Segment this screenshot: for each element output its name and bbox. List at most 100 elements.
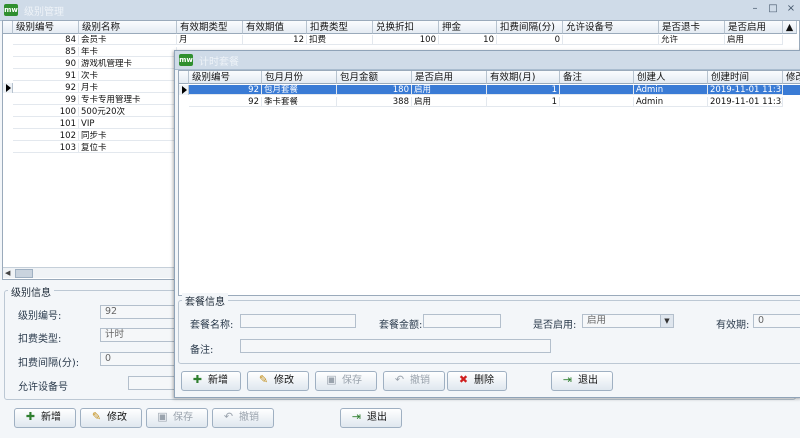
package-title-bar[interactable]: mw 计时套餐 [175, 51, 800, 70]
cell-level-name: 月卡 [79, 83, 177, 93]
main-title-bar[interactable]: mw 级别管理 – □ × [0, 0, 800, 21]
col-header-discount[interactable]: 兑换折扣 [373, 21, 439, 34]
package-amount-label: 套餐金额: [379, 320, 423, 331]
cell-level-id: 102 [13, 131, 79, 141]
package-enabled-select[interactable]: 启用 ▼ [582, 314, 674, 328]
cell-device [563, 35, 659, 45]
app-icon: mw [4, 4, 18, 16]
package-name-label: 套餐名称: [190, 320, 234, 331]
package-edit-button[interactable]: ✎ 修改 [247, 371, 309, 391]
package-remark-label: 备注: [190, 345, 214, 356]
col-header-pkg-level-id[interactable]: 级别编号 [189, 71, 262, 84]
minimize-icon[interactable]: – [748, 2, 762, 16]
cell-pkg-month: 季卡套餐 [262, 97, 337, 107]
cell-level-name: VIP [79, 119, 177, 129]
cell-level-name: 次卡 [79, 71, 177, 81]
cell-valid-value: 12 [243, 35, 307, 45]
col-header-level-name[interactable]: 级别名称 [79, 21, 177, 34]
package-add-button[interactable]: ✚ 新增 [181, 371, 241, 391]
package-delete-button[interactable]: ✖ 删除 [447, 371, 507, 391]
maximize-icon[interactable]: □ [766, 2, 780, 16]
edit-button-label: 修改 [107, 412, 127, 423]
scrollbar-thumb[interactable] [15, 269, 33, 278]
col-header-pkg-enabled[interactable]: 是否启用 [412, 71, 487, 84]
package-valid-label: 有效期: [716, 320, 750, 331]
package-cancel-label: 撤销 [410, 375, 430, 386]
col-header-valid-value[interactable]: 有效期值 [243, 21, 307, 34]
cell-pkg-enabled: 启用 [412, 85, 487, 95]
exit-button-label: 退出 [367, 412, 387, 423]
horizontal-scrollbar[interactable]: ◀ [3, 267, 177, 278]
cancel-button[interactable]: ↶ 撤销 [212, 408, 274, 428]
package-edit-label: 修改 [274, 375, 294, 386]
package-cancel-button[interactable]: ↶ 撤销 [383, 371, 445, 391]
scroll-up-icon[interactable]: ▲ [783, 21, 797, 34]
cell-pkg-created: 2019-11-01 11:31 [708, 85, 783, 95]
col-header-enabled[interactable]: 是否启用 [725, 21, 783, 34]
cell-level-id: 85 [13, 47, 79, 57]
chevron-down-icon[interactable]: ▼ [660, 315, 673, 327]
add-icon: ✚ [25, 410, 36, 423]
package-enabled-value: 启用 [587, 315, 607, 326]
cell-level-id: 101 [13, 119, 79, 129]
cell-level-id: 92 [13, 83, 79, 93]
package-name-field[interactable] [240, 314, 356, 328]
col-header-deposit[interactable]: 押金 [439, 21, 497, 34]
row-indicator [3, 83, 13, 93]
cell-pkg-amount: 180 [337, 85, 412, 95]
save-icon: ▣ [326, 373, 337, 386]
col-header-fee-type[interactable]: 扣费类型 [307, 21, 373, 34]
cell-refund: 允许 [659, 35, 725, 45]
col-header-refund[interactable]: 是否退卡 [659, 21, 725, 34]
package-current-row-arrow-icon [182, 86, 187, 94]
cell-enabled: 启用 [725, 35, 783, 45]
package-remark-field[interactable] [240, 339, 551, 353]
package-info-title: 套餐信息 [182, 293, 228, 308]
package-row-header-corner [179, 71, 189, 84]
col-header-pkg-month[interactable]: 包月月份 [262, 71, 337, 84]
close-icon[interactable]: × [784, 2, 798, 16]
cell-deposit: 10 [439, 35, 497, 45]
package-exit-label: 退出 [578, 375, 598, 386]
package-valid-field[interactable]: 0 [753, 314, 800, 328]
col-header-pkg-modify[interactable]: 修改 [783, 71, 800, 84]
package-amount-field[interactable] [423, 314, 501, 328]
col-header-pkg-creator[interactable]: 创建人 [634, 71, 708, 84]
col-header-pkg-remark[interactable]: 备注 [560, 71, 634, 84]
scroll-left-icon[interactable]: ◀ [5, 269, 10, 277]
cell-level-id: 100 [13, 107, 79, 117]
package-exit-button[interactable]: ⇥ 退出 [551, 371, 613, 391]
cell-pkg-level-id: 92 [189, 85, 262, 95]
col-header-pkg-valid[interactable]: 有效期(月) [487, 71, 560, 84]
save-button[interactable]: ▣ 保存 [146, 408, 208, 428]
cell-level-name: 游戏机管理卡 [79, 59, 177, 69]
cell-level-id: 99 [13, 95, 79, 105]
cell-level-name: 复位卡 [79, 143, 177, 153]
col-header-level-id[interactable]: 级别编号 [13, 21, 79, 34]
package-delete-label: 删除 [474, 375, 494, 386]
cell-level-name: 同步卡 [79, 131, 177, 141]
save-button-label: 保存 [173, 412, 193, 423]
cell-level-name: 会员卡 [79, 35, 177, 45]
add-button[interactable]: ✚ 新增 [14, 408, 76, 428]
interval-label: 扣费间隔(分): [18, 358, 80, 369]
col-header-valid-type[interactable]: 有效期类型 [177, 21, 243, 34]
col-header-interval[interactable]: 扣费间隔(分) [497, 21, 563, 34]
add-icon: ✚ [192, 373, 203, 386]
col-header-pkg-amount[interactable]: 包月金额 [337, 71, 412, 84]
cell-pkg-created: 2019-11-01 11:32 [708, 97, 783, 107]
exit-button[interactable]: ⇥ 退出 [340, 408, 402, 428]
edit-button[interactable]: ✎ 修改 [80, 408, 142, 428]
package-save-button[interactable]: ▣ 保存 [315, 371, 377, 391]
current-row-arrow-icon [6, 84, 11, 92]
cell-level-id: 84 [13, 35, 79, 45]
col-header-pkg-created[interactable]: 创建时间 [708, 71, 783, 84]
package-window-title: 计时套餐 [199, 57, 239, 68]
cell-fee-type: 扣费 [307, 35, 373, 45]
package-grid[interactable]: 级别编号 包月月份 包月金额 是否启用 有效期(月) 备注 创建人 创建时间 修… [178, 70, 800, 296]
exit-icon: ⇥ [351, 410, 362, 423]
cell-pkg-month: 包月套餐 [262, 85, 337, 95]
exit-icon: ⇥ [562, 373, 573, 386]
col-header-device[interactable]: 允许设备号 [563, 21, 659, 34]
package-row-indicator [179, 85, 189, 95]
